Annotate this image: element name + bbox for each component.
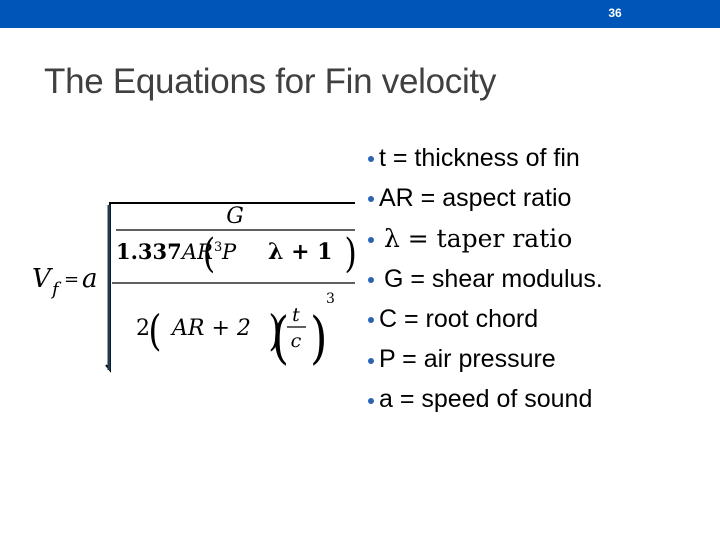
inner-numerator: G [226,204,244,229]
bullet-icon [368,156,374,163]
slide-title: The Equations for Fin velocity [44,62,497,101]
bullet-item: G = shear modulus. [368,259,603,299]
bullet-text: P = air pressure [379,345,556,374]
inner-den-coef: 1.337 [116,239,182,264]
bullet-text: λ = taper ratio [384,224,573,254]
bullet-icon [368,277,374,284]
formula-lhs-var: V [32,264,53,294]
inner-den-p: P [221,240,237,264]
frac-top: t [292,304,300,326]
bullet-icon [368,236,374,243]
paren-open: ( [203,229,215,276]
bullet-icon [368,317,374,324]
bullet-icon [368,196,374,203]
header-bar: 36 [0,0,720,28]
bullet-icon [368,397,374,404]
bullet-icon [368,357,374,364]
frac-bottom: c [291,330,302,352]
bullet-item: t = thickness of fin [368,138,603,178]
bullet-text: G = shear modulus. [384,264,603,293]
paren-close: ) [344,229,356,276]
bullet-text: a = speed of sound [379,385,593,414]
paren-open-3: ( [272,305,289,370]
bullet-text: AR = aspect ratio [379,183,572,212]
bullet-text: t = thickness of fin [379,143,580,172]
slide-number: 36 [608,6,622,20]
formula-coef: a [82,264,98,294]
bullet-text: C = root chord [379,304,539,333]
bullet-item: AR = aspect ratio [368,178,603,218]
paren-open-2: ( [148,306,161,355]
fin-velocity-formula: V f = a G 1.337 AR 3 P ( λ + 1 ) 3 2 ( A… [30,195,365,375]
bullet-item: P = air pressure [368,339,603,379]
lambda-term: λ + 1 [268,239,333,265]
formula-equals: = [64,269,79,290]
bullet-item: a = speed of sound [368,380,603,420]
paren-close-3: ) [310,305,327,370]
bullet-item: λ = taper ratio [368,219,603,259]
bullet-item: C = root chord [368,299,603,339]
formula-lhs-sub: f [50,279,62,300]
ar-term: AR + 2 [170,316,251,341]
variable-definitions-list: t = thickness of fin AR = aspect ratio λ… [368,138,603,420]
